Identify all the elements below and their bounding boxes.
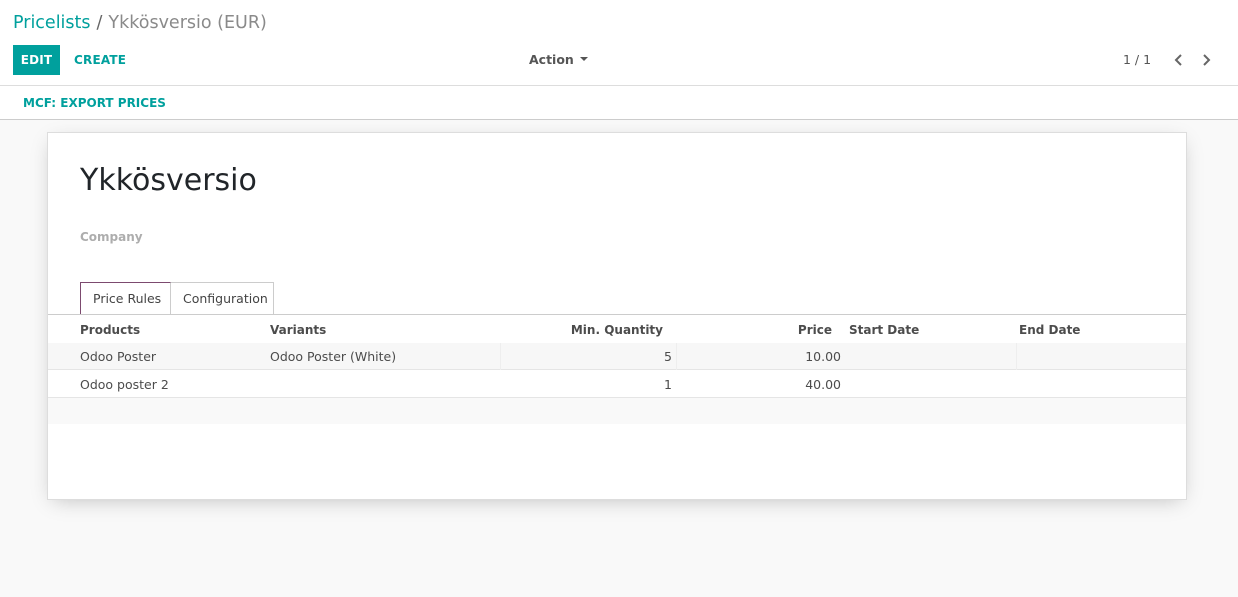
cell-product: Odoo poster 2 xyxy=(80,377,169,392)
cell-divider xyxy=(1016,343,1017,370)
form-statusbar xyxy=(0,86,1238,120)
table-header: Products Variants Min. Quantity Price St… xyxy=(48,315,1186,345)
company-label: Company xyxy=(80,230,143,244)
table-row[interactable]: Odoo poster 2 1 40.00 xyxy=(48,371,1186,398)
cell-variant: Odoo Poster (White) xyxy=(270,349,397,364)
cell-product: Odoo Poster xyxy=(80,349,157,364)
edit-button[interactable]: EDIT xyxy=(13,45,60,75)
breadcrumb-separator: / xyxy=(96,13,103,33)
table-row[interactable]: Odoo Poster Odoo Poster (White) 5 10.00 xyxy=(48,343,1186,370)
column-variants[interactable]: Variants xyxy=(270,315,326,345)
column-products[interactable]: Products xyxy=(80,315,140,345)
chevron-right-icon[interactable] xyxy=(1199,53,1213,67)
cell-divider xyxy=(676,343,677,370)
cell-price: 10.00 xyxy=(805,349,841,364)
create-button[interactable]: CREATE xyxy=(74,45,126,75)
column-start-date[interactable]: Start Date xyxy=(849,315,919,345)
action-dropdown[interactable]: Action xyxy=(529,45,588,75)
breadcrumb: Pricelists / Ykkösversio (EUR) xyxy=(13,12,267,34)
action-dropdown-label: Action xyxy=(529,52,574,67)
caret-down-icon xyxy=(579,57,588,61)
pager-value[interactable]: 1 / 1 xyxy=(1123,45,1151,75)
breadcrumb-pricelists-link[interactable]: Pricelists xyxy=(13,13,91,33)
export-prices-button[interactable]: MCF: EXPORT PRICES xyxy=(23,88,166,118)
record-title: Ykkösversio xyxy=(80,163,257,198)
cell-price: 40.00 xyxy=(805,377,841,392)
control-panel: Pricelists / Ykkösversio (EUR) EDIT CREATE… xyxy=(0,0,1238,86)
tab-configuration[interactable]: Configuration xyxy=(171,282,274,315)
form-sheet: Ykkösversio Company Price Rules Configur… xyxy=(47,132,1187,500)
tab-price-rules[interactable]: Price Rules xyxy=(80,282,171,316)
breadcrumb-current: Ykkösversio (EUR) xyxy=(108,13,267,33)
chevron-left-icon[interactable] xyxy=(1172,53,1186,67)
cell-min-quantity: 5 xyxy=(664,349,672,364)
cell-divider xyxy=(500,343,501,370)
column-end-date[interactable]: End Date xyxy=(1019,315,1080,345)
cell-min-quantity: 1 xyxy=(664,377,672,392)
column-price[interactable]: Price xyxy=(798,315,832,345)
table-empty-row xyxy=(48,398,1186,424)
column-min-quantity[interactable]: Min. Quantity xyxy=(571,315,663,345)
